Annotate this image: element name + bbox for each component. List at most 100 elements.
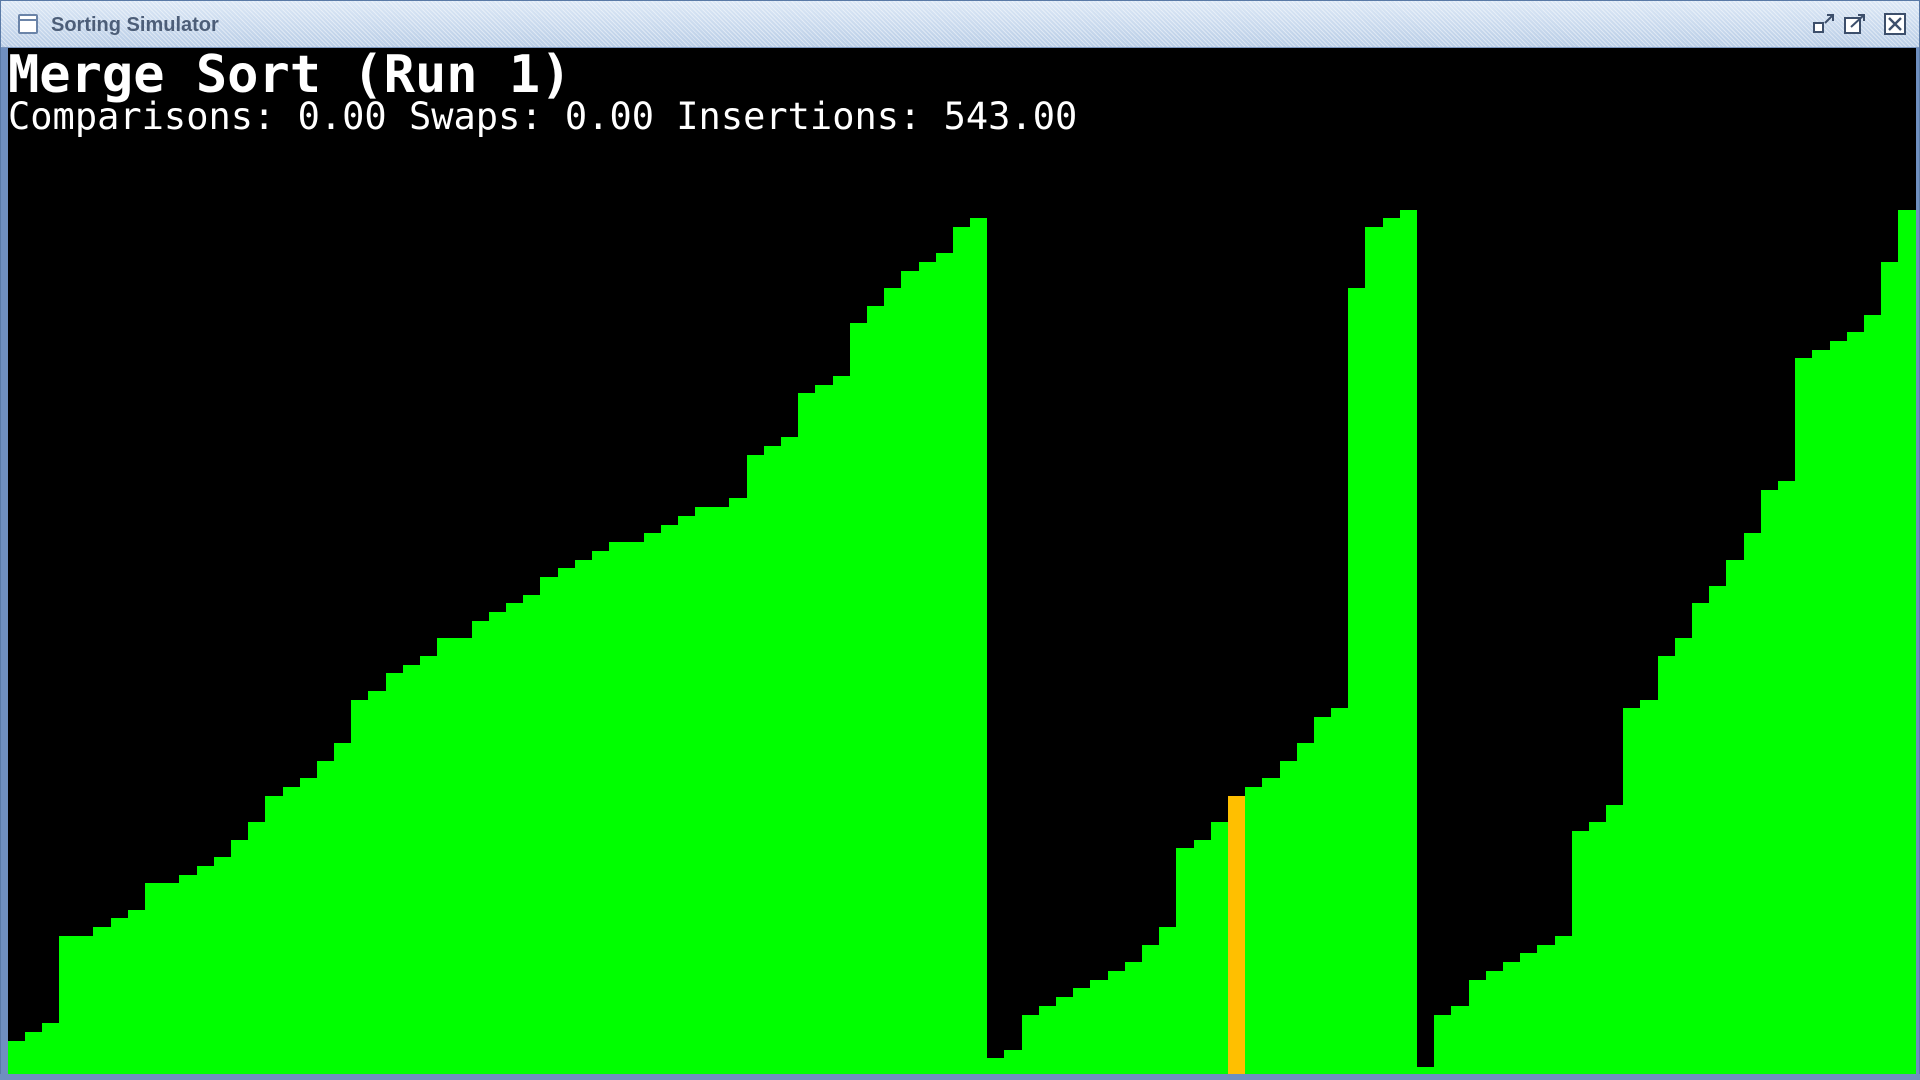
array-bar [867,305,884,1075]
array-bar [987,1058,1004,1075]
array-bar [283,787,300,1075]
array-bar [265,795,283,1075]
array-bar [1365,227,1383,1075]
array-bar [712,507,729,1075]
bar-chart [8,48,1916,1075]
array-bar [1004,1049,1022,1075]
array-bar [1589,822,1606,1075]
array-bar [1572,830,1589,1075]
array-bar [437,638,454,1075]
array-bar [334,743,351,1075]
app-window: Sorting Simulator Merge Sort (Run 1) Com… [0,0,1920,1080]
array-bar [76,935,93,1075]
array-bar [970,218,987,1075]
array-bar [1658,655,1675,1075]
array-bar [1383,218,1400,1075]
array-bar [231,839,248,1075]
array-bar [1469,979,1486,1075]
array-bar [1245,787,1262,1075]
array-bar [661,524,678,1075]
array-bar [884,288,901,1075]
array-bar [403,664,420,1075]
array-bar [145,883,162,1075]
array-bar [248,822,265,1075]
array-bar [1795,358,1812,1075]
array-bar [1073,988,1090,1075]
array-bar [815,384,833,1075]
visualization-canvas: Merge Sort (Run 1) Comparisons: 0.00 Swa… [8,48,1916,1075]
array-bar [1778,480,1795,1075]
array-bar [1039,1005,1056,1075]
array-bar [1726,559,1744,1075]
array-bar [592,550,609,1075]
array-bar [1314,717,1331,1075]
array-bar [919,262,936,1075]
array-bar [111,918,128,1075]
array-bar [472,620,489,1075]
array-bar [1022,1014,1039,1075]
algorithm-title: Merge Sort (Run 1) [8,48,572,105]
array-bar [179,874,197,1075]
array-bar [1898,209,1916,1075]
array-bar [747,454,764,1075]
array-bar [368,690,386,1075]
close-button[interactable] [1883,12,1907,36]
array-bar [25,1032,42,1075]
array-bar [1623,708,1640,1075]
array-bar [798,393,815,1075]
array-bar [1555,935,1572,1075]
array-bar [644,533,661,1075]
array-bar [93,927,111,1075]
array-bar [1520,953,1537,1075]
array-bar [1434,1014,1451,1075]
array-bar [162,883,179,1075]
array-bar [609,542,626,1075]
array-bar [420,655,437,1075]
close-icon [1884,13,1906,35]
array-bar [850,323,867,1075]
window-bottom-border [0,1074,1920,1080]
array-bar [1606,804,1623,1075]
array-bar [1331,708,1348,1075]
array-bar [489,612,506,1075]
array-bar [1125,962,1142,1075]
array-bar [833,375,850,1075]
stats-readout: Comparisons: 0.00 Swaps: 0.00 Insertions… [8,95,1078,138]
array-bar [729,498,747,1075]
maximize-button[interactable] [1843,12,1867,36]
array-bar [1675,638,1692,1075]
array-bar [1761,489,1778,1075]
array-bar [1486,970,1503,1075]
array-bar [1812,349,1830,1075]
array-bar [678,515,695,1075]
array-bar [523,594,540,1075]
array-bar [1176,848,1194,1075]
array-bar [1400,209,1417,1075]
array-bar [300,778,317,1075]
array-bar [1297,743,1314,1075]
array-bar [1348,288,1365,1075]
array-bar [59,935,76,1075]
array-bar [454,638,472,1075]
array-bar [626,542,644,1075]
array-bar [1451,1005,1469,1075]
array-bar [1640,699,1658,1075]
array-bar [953,227,970,1075]
window-icon [18,14,38,34]
window-title: Sorting Simulator [51,14,219,36]
active-bar [1228,795,1245,1075]
array-bar [1847,332,1864,1075]
array-bar [351,699,368,1075]
array-bar [317,760,334,1075]
array-bar [1056,997,1073,1075]
array-bar [1864,314,1881,1075]
array-bar [1108,970,1125,1075]
title-bar[interactable]: Sorting Simulator [1,1,1919,48]
array-bar [540,577,558,1075]
array-bar [1503,962,1520,1075]
restore-button[interactable] [1812,12,1836,36]
array-bar [764,445,781,1075]
array-bar [901,270,919,1075]
array-bar [128,909,145,1075]
array-bar [1830,340,1847,1075]
